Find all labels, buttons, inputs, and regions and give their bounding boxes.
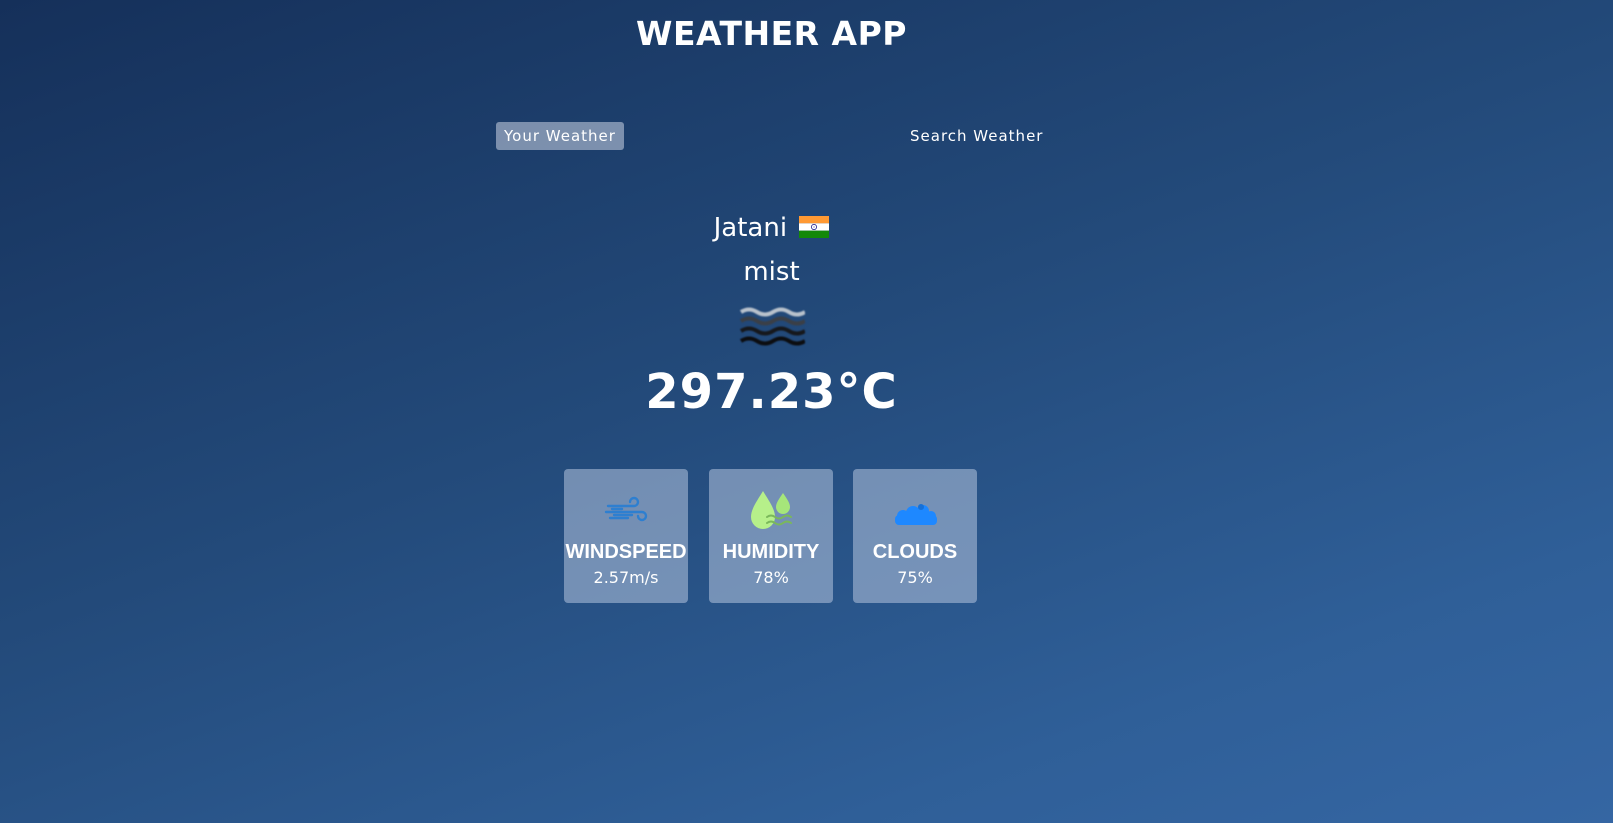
wind-icon [604,496,648,522]
humidity-drop-icon [751,491,792,529]
weather-info: Jatani mist 297.23°C [0,208,1543,420]
tab-your-weather[interactable]: Your Weather [496,122,624,150]
cloud-icon [895,504,937,525]
weather-description: mist [743,257,800,287]
city-name: Jatani [713,213,788,243]
app-title: WEATHER APP [636,14,907,53]
windspeed-value: 2.57m/s [593,568,659,587]
india-flag-icon [799,216,830,238]
windspeed-label: WINDSPEED [565,541,687,563]
humidity-label: HUMIDITY [722,541,820,563]
clouds-label: CLOUDS [872,541,958,563]
clouds-card: CLOUDS 75% [853,469,977,603]
temperature: 297.23°C [645,364,898,420]
tab-search-weather[interactable]: Search Weather [902,122,1051,150]
windspeed-card: WINDSPEED 2.57m/s [564,469,688,603]
humidity-card: HUMIDITY 78% [709,469,833,603]
clouds-value: 75% [897,568,933,587]
city-row: Jatani [0,208,1543,248]
stats-cards: WINDSPEED 2.57m/s HUMIDITY 78% CLOUDS 75… [564,469,984,604]
humidity-value: 78% [753,568,789,587]
mist-icon [739,307,805,346]
tab-bar: Your Weather Search Weather [0,122,1613,150]
